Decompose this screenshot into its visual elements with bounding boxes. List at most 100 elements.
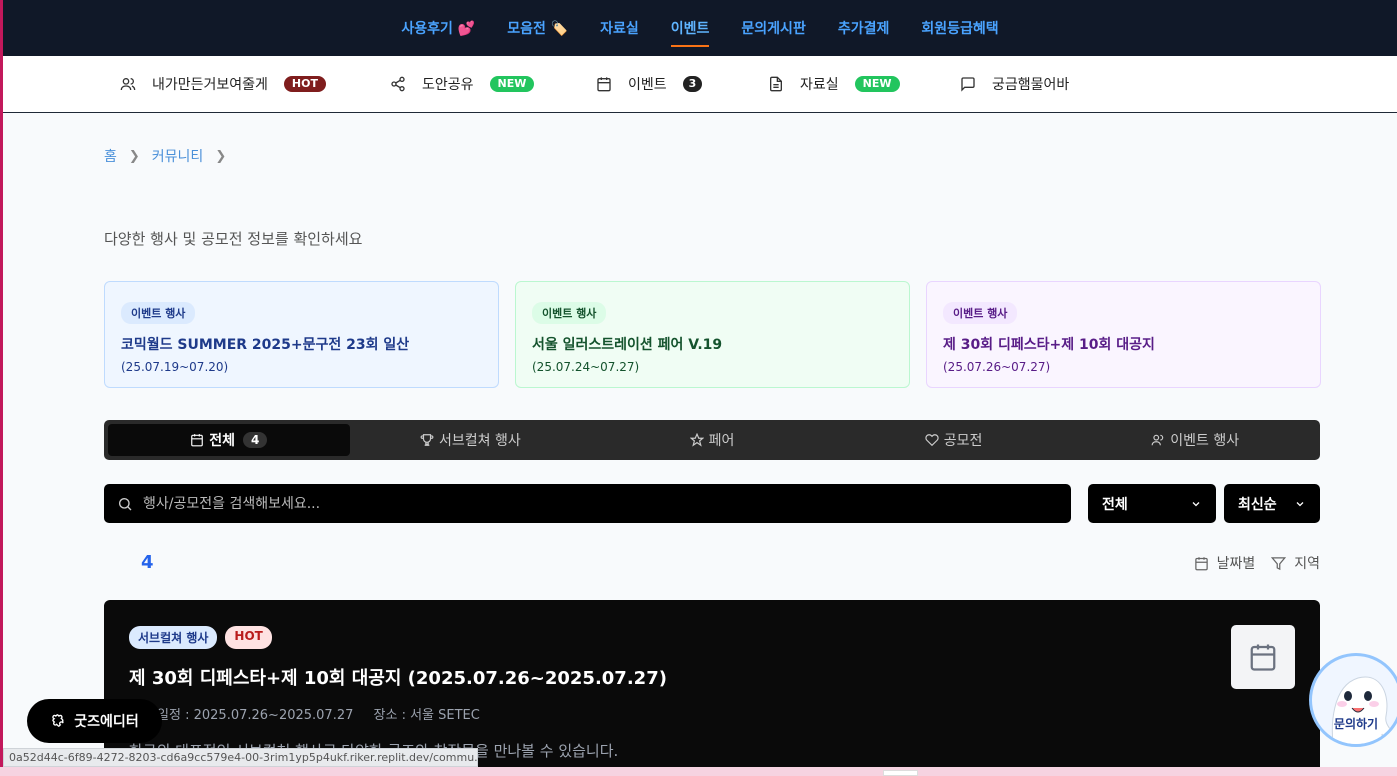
search-input[interactable] [143, 495, 1023, 512]
calendar-icon[interactable] [1231, 625, 1295, 689]
event-place: 장소 : 서울 SETEC [373, 708, 480, 723]
subnav-label: 자료실 [800, 77, 839, 93]
help-label: 문의하기 [1333, 717, 1379, 731]
subnav-label: 궁금햄물어바 [992, 77, 1070, 93]
search-bar [104, 484, 1071, 523]
subnav-item-pattern-share[interactable]: 도안공유 NEW [390, 74, 596, 94]
event-tag: 이벤트 행사 [532, 302, 607, 324]
event-schedule: 접수 일정 : 2025.07.26~2025.07.27 [129, 708, 354, 723]
tab-label: 이벤트 행사 [1170, 433, 1240, 449]
event-title: 제 30회 디페스타+제 10회 대공지 [943, 337, 1155, 353]
filter-by-region[interactable]: 지역 [1271, 553, 1320, 573]
featured-event-card[interactable]: 이벤트 행사 제 30회 디페스타+제 10회 대공지 (25.07.26~07… [926, 281, 1321, 388]
users-icon [120, 76, 136, 92]
calendar-icon [191, 434, 204, 447]
filter-label: 날짜별 [1216, 556, 1256, 572]
select-value: 전체 [1102, 496, 1128, 513]
search-icon [119, 497, 132, 510]
tab-fair[interactable]: 페어 [591, 424, 833, 456]
document-icon [768, 76, 784, 92]
tab-event[interactable]: 이벤트 행사 [1074, 424, 1316, 456]
calendar-icon [596, 76, 612, 92]
page-subtitle: 다양한 행사 및 공모전 정보를 확인하세요 [104, 230, 363, 248]
share-icon [390, 76, 406, 92]
event-tag: 이벤트 행사 [121, 302, 196, 324]
topnav-extra-payment[interactable]: 추가결제 [838, 12, 890, 44]
window-frame-bottom [0, 767, 1397, 776]
status-bar-url: 0a52d44c-6f89-4272-8203-cd6a9cc579e4-00-… [3, 748, 478, 767]
tab-label: 전체 [209, 433, 235, 449]
view-filters: 날짜별 지역 [1194, 553, 1320, 573]
chevron-right-icon: ❯ [128, 148, 140, 164]
event-date: (25.07.24~07.27) [532, 360, 640, 374]
star-icon [689, 433, 704, 447]
calendar-icon [1194, 556, 1208, 570]
result-count: 4 [141, 552, 154, 573]
subnav-label: 이벤트 [628, 77, 667, 93]
breadcrumb: 홈 ❯ 커뮤니티 ❯ [104, 146, 238, 166]
topnav-inquiry-board[interactable]: 문의게시판 [741, 12, 805, 44]
chevron-down-icon [1192, 501, 1200, 506]
help-chat-button[interactable]: 문의하기 [1309, 653, 1397, 747]
topnav-library[interactable]: 자료실 [600, 12, 639, 44]
hot-badge: HOT [283, 76, 326, 92]
tab-label: 서브컬쳐 행사 [439, 433, 521, 449]
category-tabs: 전체 4 서브컬쳐 행사 페어 공모전 이벤트 행사 [104, 420, 1320, 460]
category-select[interactable]: 전체 [1088, 484, 1216, 523]
users-icon [1151, 434, 1164, 446]
horizontal-scroll-thumb[interactable] [883, 770, 918, 776]
tab-all[interactable]: 전체 4 [108, 424, 350, 456]
subnav-label: 도안공유 [422, 77, 474, 93]
goods-editor-label: 굿즈에디터 [74, 714, 139, 730]
page: 사용후기 💕 모음전 🏷️ 자료실 이벤트 문의게시판 추가결제 회원등급혜택 … [3, 0, 1397, 767]
subnav-item-library[interactable]: 자료실 NEW [768, 74, 960, 94]
topnav-membership-benefits[interactable]: 회원등급혜택 [921, 12, 998, 44]
tab-subculture[interactable]: 서브컬쳐 행사 [350, 424, 592, 456]
event-tag: 이벤트 행사 [943, 302, 1018, 324]
tab-label: 공모전 [943, 433, 983, 449]
count-badge: 3 [682, 76, 703, 92]
trophy-icon [420, 434, 434, 446]
topnav-reviews[interactable]: 사용후기 💕 [401, 12, 475, 44]
new-badge: NEW [854, 76, 900, 92]
sub-navigation: 내가만든거보여줄게 HOT 도안공유 NEW 이벤트 3 자료실 NEW 궁금햄… [3, 56, 1397, 113]
sort-select[interactable]: 최신순 [1224, 484, 1320, 523]
hot-tag: HOT [225, 626, 272, 649]
topnav-events[interactable]: 이벤트 [670, 12, 709, 47]
filter-label: 지역 [1294, 556, 1320, 572]
featured-events: 이벤트 행사 코믹월드 SUMMER 2025+문구전 23회 일산 (25.0… [104, 281, 1321, 388]
tab-count: 4 [243, 432, 268, 448]
topnav-collection[interactable]: 모음전 🏷️ [507, 12, 568, 44]
category-tag: 서브컬쳐 행사 [129, 626, 218, 649]
heart-icon [925, 434, 939, 447]
top-navigation: 사용후기 💕 모음전 🏷️ 자료실 이벤트 문의게시판 추가결제 회원등급혜택 [3, 0, 1397, 56]
breadcrumb-community[interactable]: 커뮤니티 [152, 146, 204, 166]
puzzle-icon [52, 714, 64, 727]
event-date: (25.07.26~07.27) [943, 360, 1051, 374]
filter-by-date[interactable]: 날짜별 [1194, 553, 1256, 573]
new-badge: NEW [489, 76, 535, 92]
tab-contest[interactable]: 공모전 [833, 424, 1075, 456]
select-value: 최신순 [1238, 496, 1277, 513]
breadcrumb-home[interactable]: 홈 [104, 146, 117, 166]
event-title: 서울 일러스트레이션 페어 V.19 [532, 337, 723, 353]
chevron-right-icon: ❯ [215, 148, 227, 164]
event-title: 제 30회 디페스타+제 10회 대공지 (2025.07.26~2025.07… [129, 668, 667, 689]
chevron-down-icon [1296, 501, 1304, 506]
featured-event-card[interactable]: 이벤트 행사 코믹월드 SUMMER 2025+문구전 23회 일산 (25.0… [104, 281, 499, 388]
filter-icon [1271, 556, 1287, 570]
event-date: (25.07.19~07.20) [121, 360, 229, 374]
mascot-icon [1331, 676, 1393, 744]
event-list-item[interactable]: 서브컬쳐 행사 HOT 제 30회 디페스타+제 10회 대공지 (2025.0… [104, 600, 1320, 767]
event-tags: 서브컬쳐 행사 HOT [129, 626, 1295, 649]
subnav-item-events[interactable]: 이벤트 3 [596, 74, 768, 94]
subnav-item-questions[interactable]: 궁금햄물어바 [960, 74, 1069, 94]
featured-event-card[interactable]: 이벤트 행사 서울 일러스트레이션 페어 V.19 (25.07.24~07.2… [515, 281, 910, 388]
message-icon [960, 76, 976, 92]
tab-label: 페어 [708, 433, 735, 449]
event-title: 코믹월드 SUMMER 2025+문구전 23회 일산 [121, 337, 410, 353]
subnav-label: 내가만든거보여줄게 [152, 77, 268, 93]
subnav-item-showcase[interactable]: 내가만든거보여줄게 HOT [120, 74, 390, 94]
event-meta: 접수 일정 : 2025.07.26~2025.07.27 장소 : 서울 SE… [129, 704, 1295, 723]
goods-editor-button[interactable]: 굿즈에디터 [27, 699, 162, 743]
